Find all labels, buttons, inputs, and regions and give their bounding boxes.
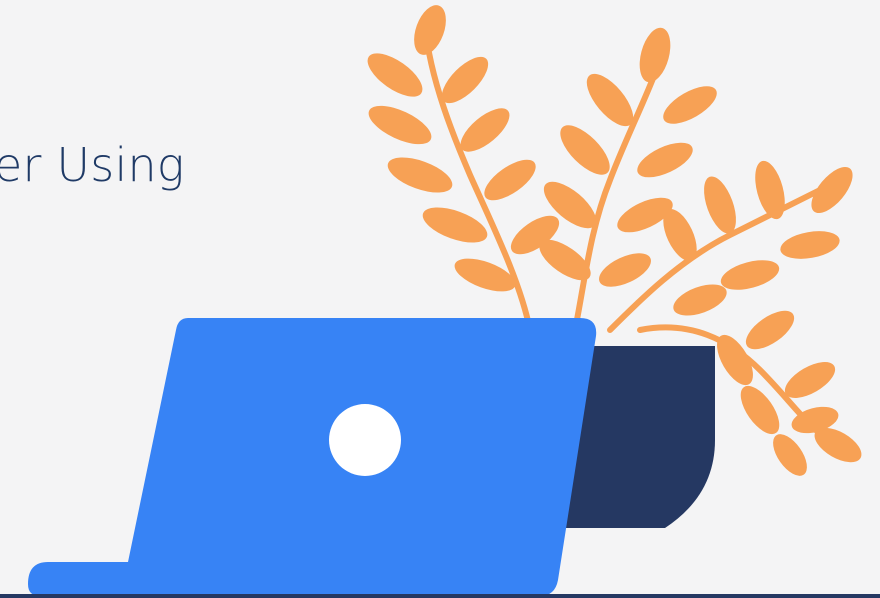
hero-illustration (28, 5, 862, 596)
laptop-logo-icon (329, 404, 401, 476)
hero-banner: er Using (0, 0, 880, 598)
laptop-icon (28, 318, 597, 596)
floor-line (0, 594, 880, 598)
